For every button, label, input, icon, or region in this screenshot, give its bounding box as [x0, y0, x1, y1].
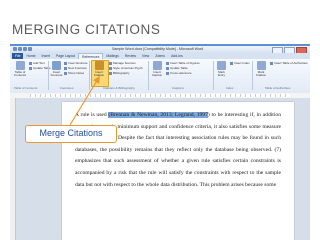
- bibliography-label: Bibliography: [113, 71, 130, 75]
- slide-title: MERGING CITATIONS: [12, 22, 161, 37]
- merge-citations-callout: Merge Citations: [25, 125, 117, 143]
- caption-icon: [152, 61, 162, 70]
- document-page[interactable]: A rule is used (Brennan & Newman, 2013; …: [62, 102, 294, 240]
- table-of-figures-icon: [166, 61, 169, 65]
- group-label: Citations & Bibliography: [103, 86, 135, 90]
- insert-caption-button[interactable]: Insert Caption: [150, 61, 164, 78]
- group-label: Table of Contents: [14, 86, 38, 90]
- selected-citations[interactable]: (Brennan & Newman, 2013; Legrand, 1997: [108, 112, 208, 118]
- word-logo-icon: [13, 47, 17, 51]
- group-label: Captions: [172, 86, 184, 90]
- update-table-icon: [29, 66, 32, 70]
- add-text-icon: [29, 61, 32, 65]
- bibliography-button[interactable]: Bibliography: [109, 71, 130, 75]
- table-of-contents-label: Table of Contents: [13, 70, 26, 78]
- table-of-contents-icon: [15, 61, 25, 70]
- manage-sources-label: Manage Sources: [113, 61, 136, 65]
- insert-endnote-label: Insert Endnote: [68, 61, 88, 65]
- save-icon[interactable]: [18, 47, 22, 51]
- next-footnote-button[interactable]: Next Footnote: [64, 66, 87, 70]
- endnote-icon: [64, 61, 67, 65]
- citation-style-label: Style: American Psych: [113, 66, 143, 70]
- cross-reference-icon: [166, 71, 169, 75]
- footnote-icon: [52, 61, 61, 70]
- insert-citation-label: Insert Citation: [93, 70, 105, 78]
- mark-entry-icon: [217, 61, 226, 70]
- quick-access-toolbar: [13, 47, 32, 51]
- show-notes-label: Show Notes: [68, 71, 85, 75]
- mark-citation-label: Mark Citation: [255, 70, 267, 78]
- ribbon-separator: [148, 61, 149, 90]
- redo-icon[interactable]: [28, 47, 32, 51]
- mark-citation-button[interactable]: Mark Citation: [254, 61, 268, 78]
- insert-index-label: Insert Index: [234, 61, 250, 65]
- insert-table-of-figures-button[interactable]: Insert Table of Figures: [166, 61, 200, 65]
- insert-table-of-authorities-button[interactable]: Insert Table of Authorities: [270, 61, 308, 65]
- ruler-scale: [30, 94, 290, 97]
- ribbon-separator: [213, 61, 214, 90]
- insert-table-of-authorities-label: Insert Table of Authorities: [274, 61, 308, 65]
- style-icon: [109, 66, 112, 70]
- group-label: Index: [226, 86, 234, 90]
- cross-reference-button[interactable]: Cross-reference: [166, 71, 192, 75]
- mark-entry-label: Mark Entry: [217, 70, 225, 78]
- bibliography-icon: [109, 71, 112, 75]
- ribbon-separator: [89, 61, 90, 90]
- vertical-ruler[interactable]: [10, 98, 16, 240]
- manage-sources-icon: [109, 61, 112, 65]
- group-label: Footnotes: [60, 86, 74, 90]
- insert-caption-label: Insert Caption: [151, 70, 163, 78]
- ribbon-separator: [252, 61, 253, 90]
- insert-table-of-figures-label: Insert Table of Figures: [170, 61, 200, 65]
- show-notes-icon: [64, 71, 67, 75]
- insert-citation-button[interactable]: Insert Citation: [91, 61, 107, 78]
- table-of-authorities-icon: [270, 61, 273, 65]
- update-table-icon: [166, 66, 169, 70]
- window-titlebar: Sample Word.docx [Compatibility Mode] - …: [10, 46, 310, 54]
- show-notes-button[interactable]: Show Notes: [64, 71, 84, 75]
- next-footnote-icon: [64, 66, 67, 70]
- ribbon: Table of Contents Add Text Update Table …: [10, 59, 310, 94]
- insert-index-icon: [230, 61, 233, 65]
- mark-citation-icon: [256, 61, 266, 70]
- ribbon-separator: [48, 61, 49, 90]
- window-title: Sample Word.docx [Compatibility Mode] - …: [112, 47, 204, 51]
- word-screenshot: Sample Word.docx [Compatibility Mode] - …: [10, 46, 310, 240]
- insert-footnote-button[interactable]: Insert Footnote: [50, 61, 63, 78]
- citation-style-select[interactable]: Style: American Psych: [109, 66, 143, 70]
- add-text-button[interactable]: Add Text: [29, 61, 45, 65]
- update-table-figures-button[interactable]: Update Table: [166, 66, 188, 70]
- manage-sources-button[interactable]: Manage Sources: [109, 61, 136, 65]
- mark-entry-button[interactable]: Mark Entry: [215, 61, 228, 78]
- insert-footnote-label: Insert Footnote: [50, 70, 63, 78]
- citation-icon: [94, 61, 104, 70]
- cross-reference-label: Cross-reference: [170, 71, 192, 75]
- insert-index-button[interactable]: Insert Index: [230, 61, 250, 65]
- undo-icon[interactable]: [23, 47, 27, 51]
- table-of-contents-button[interactable]: Table of Contents: [12, 61, 28, 78]
- document-paragraph[interactable]: A rule is used (Brennan & Newman, 2013; …: [75, 110, 281, 191]
- insert-endnote-button[interactable]: Insert Endnote: [64, 61, 88, 65]
- group-label: Table of Authorities: [265, 86, 291, 90]
- paragraph-start: A rule is used: [75, 112, 109, 118]
- next-footnote-label: Next Footnote: [68, 66, 87, 70]
- update-table-figures-label: Update Table: [170, 66, 188, 70]
- add-text-label: Add Text: [33, 61, 45, 65]
